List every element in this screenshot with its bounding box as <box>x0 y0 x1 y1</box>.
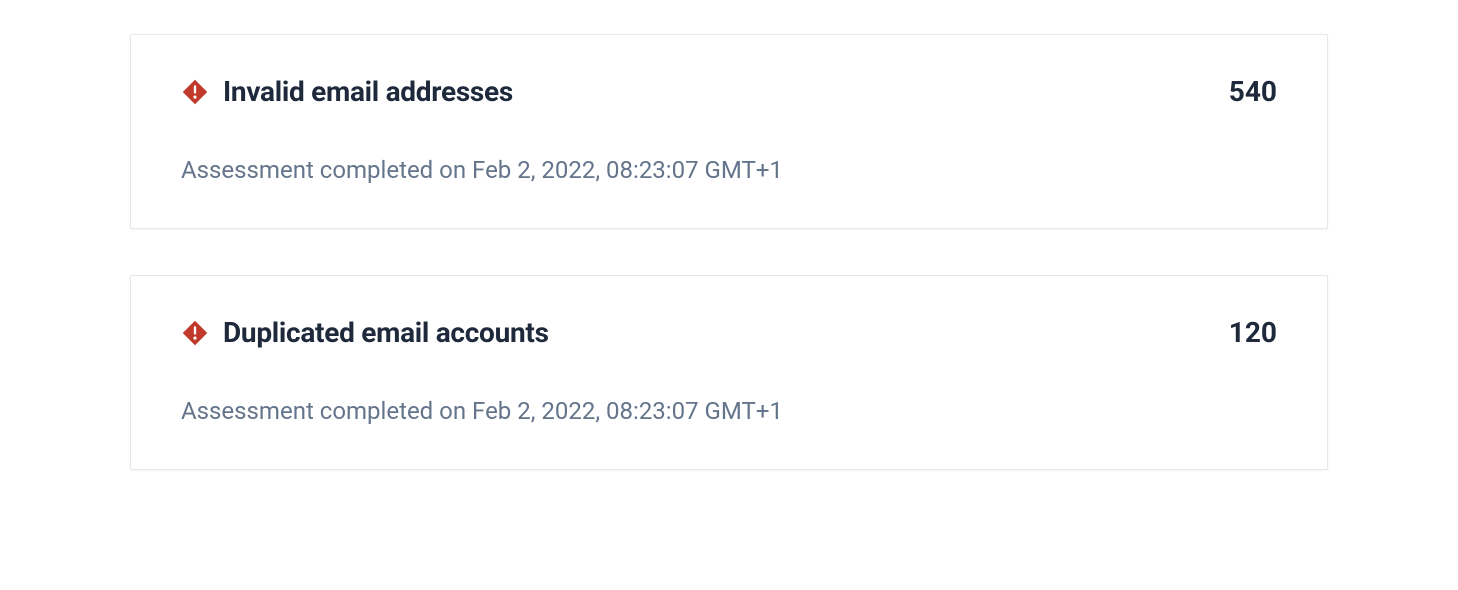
card-count: 540 <box>1229 75 1277 108</box>
card-title-group: Duplicated email accounts <box>181 316 549 349</box>
assessment-card[interactable]: Invalid email addresses 540 Assessment c… <box>130 34 1328 229</box>
assessment-card-list: Invalid email addresses 540 Assessment c… <box>130 34 1328 470</box>
card-count: 120 <box>1229 316 1277 349</box>
card-title-group: Invalid email addresses <box>181 75 513 108</box>
card-subtitle: Assessment completed on Feb 2, 2022, 08:… <box>181 397 1277 425</box>
alert-diamond-icon <box>181 319 209 347</box>
card-title: Duplicated email accounts <box>223 316 549 349</box>
assessment-card[interactable]: Duplicated email accounts 120 Assessment… <box>130 275 1328 470</box>
card-subtitle: Assessment completed on Feb 2, 2022, 08:… <box>181 156 1277 184</box>
alert-diamond-icon <box>181 78 209 106</box>
card-header: Duplicated email accounts 120 <box>181 316 1277 349</box>
card-header: Invalid email addresses 540 <box>181 75 1277 108</box>
card-title: Invalid email addresses <box>223 75 513 108</box>
